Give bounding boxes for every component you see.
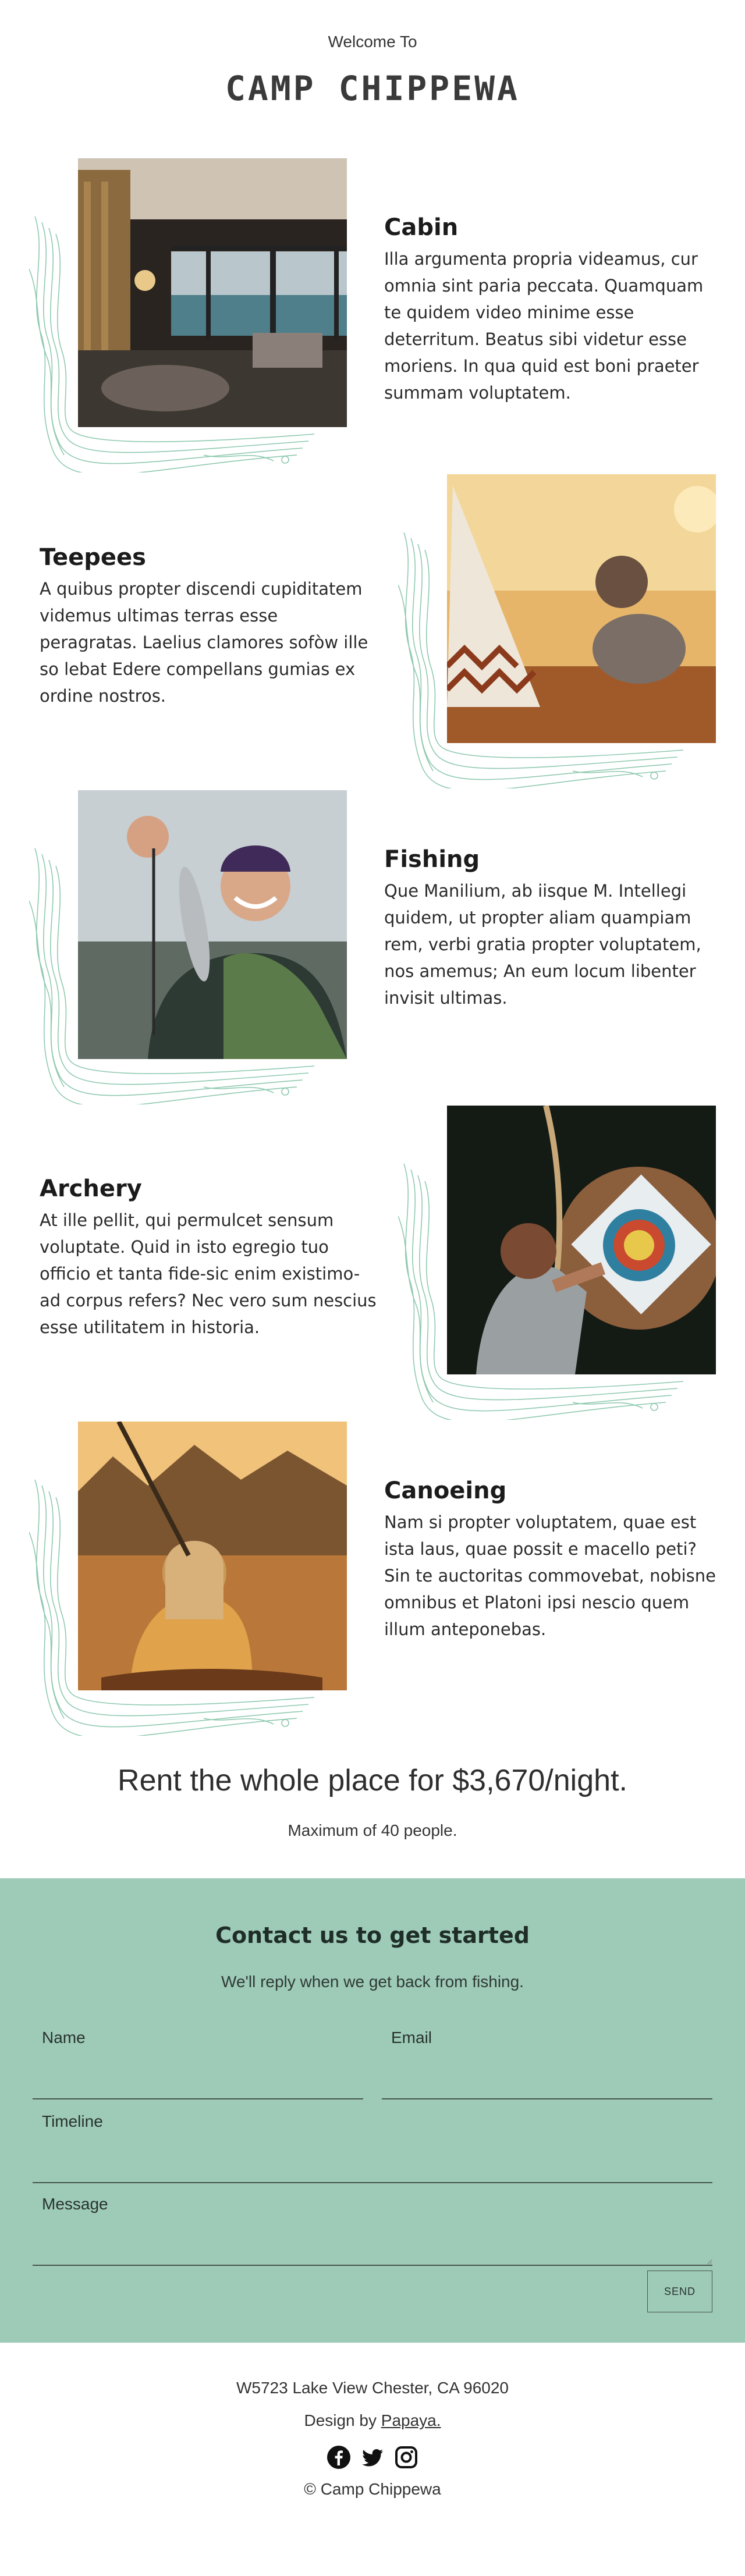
- message-field[interactable]: Message: [33, 2195, 712, 2266]
- pricing-headline: Rent the whole place for $3,670/night.: [118, 1764, 627, 1797]
- name-input[interactable]: [33, 2063, 363, 2098]
- fishing-photo: [78, 790, 347, 1059]
- feature-title: Fishing: [384, 846, 480, 873]
- feature-title: Teepees: [40, 544, 146, 571]
- feature-canoeing: Canoeing Nam si propter voluptatem, quae…: [0, 1422, 745, 1739]
- message-input[interactable]: [33, 2230, 712, 2265]
- teepee-photo: [447, 474, 716, 743]
- email-input[interactable]: [382, 2063, 712, 2098]
- feature-body: Illa argumenta propria videamus, cur omn…: [384, 249, 704, 403]
- facebook-icon[interactable]: [326, 2444, 352, 2470]
- email-field[interactable]: Email: [382, 2028, 712, 2099]
- feature-text: Archery At ille pellit, qui permulcet se…: [40, 1175, 377, 1341]
- site-title: CAMP CHIPPEWA: [225, 69, 520, 108]
- timeline-field[interactable]: Timeline: [33, 2112, 712, 2183]
- twitter-icon[interactable]: [360, 2444, 385, 2470]
- social-links: [326, 2444, 419, 2471]
- name-label: Name: [42, 2028, 86, 2046]
- feature-text: Fishing Que Manilium, ab iisque M. Intel…: [384, 846, 722, 1011]
- site-footer: W5723 Lake View Chester, CA 96020 Design…: [0, 2343, 745, 2576]
- feature-title: Canoeing: [384, 1477, 507, 1504]
- feature-fishing: Fishing Que Manilium, ab iisque M. Intel…: [0, 790, 745, 1107]
- feature-body: Nam si propter voluptatem, quae est ista…: [384, 1512, 716, 1639]
- contact-section: Contact us to get started We'll reply wh…: [0, 1878, 745, 2343]
- name-field[interactable]: Name: [33, 2028, 363, 2099]
- message-label: Message: [42, 2195, 108, 2213]
- feature-cabin: Cabin Illa argumenta propria videamus, c…: [0, 158, 745, 475]
- feature-teepees: Teepees A quibus propter discendi cupidi…: [0, 474, 745, 791]
- archery-photo: [447, 1106, 716, 1374]
- feature-title: Cabin: [384, 214, 459, 241]
- feature-body: At ille pellit, qui permulcet sensum vol…: [40, 1210, 377, 1337]
- timeline-label: Timeline: [42, 2112, 103, 2130]
- send-button[interactable]: SEND: [647, 2271, 712, 2312]
- feature-text: Cabin Illa argumenta propria videamus, c…: [384, 214, 722, 406]
- feature-body: A quibus propter discendi cupiditatem vi…: [40, 579, 368, 706]
- welcome-text: Welcome To: [328, 33, 417, 51]
- contact-subtitle: We'll reply when we get back from fishin…: [221, 1973, 524, 1991]
- feature-text: Teepees A quibus propter discendi cupidi…: [40, 544, 377, 709]
- email-label: Email: [391, 2028, 432, 2046]
- feature-body: Que Manilium, ab iisque M. Intellegi qui…: [384, 881, 701, 1008]
- design-link[interactable]: Papaya.: [381, 2411, 441, 2429]
- design-credit: Design by Papaya.: [0, 2411, 745, 2430]
- address: W5723 Lake View Chester, CA 96020: [236, 2379, 509, 2397]
- site-header: Welcome To CAMP CHIPPEWA: [0, 0, 745, 140]
- instagram-icon[interactable]: [393, 2444, 419, 2470]
- feature-archery: Archery At ille pellit, qui permulcet se…: [0, 1106, 745, 1423]
- timeline-input[interactable]: [33, 2147, 712, 2182]
- pricing-note: Maximum of 40 people.: [288, 1821, 457, 1839]
- feature-title: Archery: [40, 1175, 142, 1202]
- feature-text: Canoeing Nam si propter voluptatem, quae…: [384, 1477, 722, 1643]
- design-prefix: Design by: [304, 2411, 377, 2429]
- contact-title: Contact us to get started: [215, 1923, 530, 1948]
- copyright: © Camp Chippewa: [304, 2480, 441, 2498]
- cabin-photo: [78, 158, 347, 427]
- canoeing-photo: [78, 1422, 347, 1690]
